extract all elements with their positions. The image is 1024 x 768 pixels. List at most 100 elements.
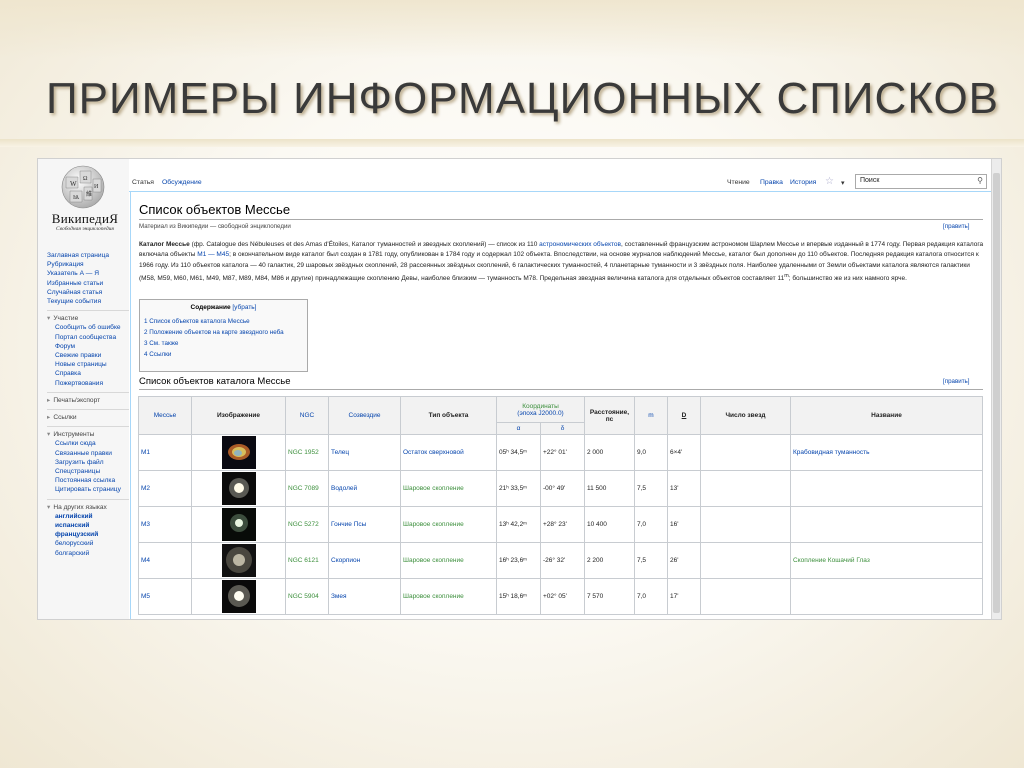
cell-constellation[interactable]: Водолей	[328, 470, 401, 507]
cell-ngc[interactable]: NGC 5272	[285, 506, 329, 543]
nav-donate[interactable]: Пожертвования	[55, 379, 129, 388]
cell-name[interactable]	[790, 578, 983, 615]
toc-item[interactable]: 1 Список объектов каталога Мессье	[144, 318, 250, 325]
wikipedia-globe-icon[interactable]: W Ω И Ѩ 維	[58, 162, 108, 210]
nav-categories[interactable]: Рубрикация	[47, 260, 129, 269]
ngc-link[interactable]: NGC 5904	[288, 593, 319, 600]
more-actions-dropdown[interactable]: ▾	[841, 179, 844, 187]
cell-ngc[interactable]: NGC 7089	[285, 470, 329, 507]
constellation-link[interactable]: Змея	[331, 593, 347, 600]
cell-constellation[interactable]: Змея	[328, 578, 401, 615]
cell-messier[interactable]: M2	[138, 470, 192, 507]
page-scrollbar[interactable]	[991, 159, 1001, 619]
search-box[interactable]: Поиск ⚲	[855, 174, 987, 189]
messier-link[interactable]: M2	[141, 485, 150, 492]
nav-permanent-link[interactable]: Постоянная ссылка	[55, 476, 129, 485]
cell-constellation[interactable]: Скорпион	[328, 542, 401, 579]
cell-ngc[interactable]: NGC 5904	[285, 578, 329, 615]
globular-cluster-thumbnail[interactable]	[221, 544, 256, 577]
cell-name[interactable]	[790, 506, 983, 543]
cell-constellation[interactable]: Гончие Псы	[328, 506, 401, 543]
intro-link-m1-m45[interactable]: М1 — М45	[197, 251, 229, 258]
cell-messier[interactable]: M1	[138, 434, 192, 471]
nav-recent-changes[interactable]: Свежие правки	[55, 351, 129, 360]
epoch-label[interactable]: (эпоха J2000.0)	[517, 410, 563, 417]
nav-section-links[interactable]: ▸ Ссылки	[47, 409, 129, 422]
scrollbar-thumb[interactable]	[993, 173, 1000, 613]
object-type-link[interactable]: Шаровое скопление	[403, 593, 464, 600]
nav-section-languages[interactable]: ▾ На других языках	[47, 498, 129, 512]
constellation-link[interactable]: Телец	[331, 449, 349, 456]
col-header-magnitude[interactable]: m	[634, 396, 668, 435]
tab-edit[interactable]: Правка	[760, 179, 783, 186]
constellation-link[interactable]: Гончие Псы	[331, 521, 366, 528]
object-type-link[interactable]: Шаровое скопление	[403, 485, 464, 492]
ngc-link[interactable]: NGC 5272	[288, 521, 319, 528]
col-header-delta[interactable]: δ	[540, 422, 585, 435]
globular-cluster-thumbnail[interactable]	[221, 508, 256, 541]
nav-what-links-here[interactable]: Ссылки сюда	[55, 439, 129, 448]
search-input[interactable]: Поиск	[860, 177, 879, 184]
col-header-messier[interactable]: Мессье	[138, 396, 192, 435]
toc-item[interactable]: 3 См. также	[144, 340, 178, 347]
toc-item[interactable]: 2 Положение объектов на карте звездного …	[144, 329, 284, 336]
tab-read[interactable]: Чтение	[727, 179, 750, 186]
col-header-size[interactable]: D	[667, 396, 701, 435]
messier-link[interactable]: M5	[141, 593, 150, 600]
coords-label[interactable]: Координаты	[522, 403, 559, 410]
nav-help[interactable]: Справка	[55, 369, 129, 378]
cell-messier[interactable]: M5	[138, 578, 192, 615]
cell-name[interactable]: Скопление Кошачий Глаз	[790, 542, 983, 579]
cell-name[interactable]: Крабовидная туманность	[790, 434, 983, 471]
ngc-link[interactable]: NGC 7089	[288, 485, 319, 492]
cell-messier[interactable]: M4	[138, 542, 192, 579]
watch-star-icon[interactable]: ☆	[825, 176, 834, 187]
cell-type[interactable]: Шаровое скопление	[400, 506, 497, 543]
constellation-link[interactable]: Водолей	[331, 485, 357, 492]
messier-link[interactable]: M1	[141, 449, 150, 456]
lang-french[interactable]: французский	[55, 530, 129, 539]
object-type-link[interactable]: Шаровое скопление	[403, 521, 464, 528]
nav-cite-page[interactable]: Цитировать страницу	[55, 485, 129, 494]
nav-main-page[interactable]: Заглавная страница	[47, 251, 129, 260]
ngc-link[interactable]: NGC 6121	[288, 557, 319, 564]
lang-english[interactable]: английский	[55, 512, 129, 521]
nav-community-portal[interactable]: Портал сообщества	[55, 333, 129, 342]
nav-current-events[interactable]: Текущие события	[47, 297, 129, 306]
object-type-link[interactable]: Остаток сверхновой	[403, 449, 464, 456]
nav-report-error[interactable]: Сообщить об ошибке	[55, 323, 129, 332]
cell-ngc[interactable]: NGC 6121	[285, 542, 329, 579]
search-icon[interactable]: ⚲	[977, 176, 983, 185]
toc-hide-link[interactable]: [убрать]	[232, 304, 256, 311]
edit-section-link[interactable]: [править]	[943, 378, 969, 385]
cell-constellation[interactable]: Телец	[328, 434, 401, 471]
tab-article[interactable]: Статья	[132, 179, 154, 186]
lang-bulgarian[interactable]: болгарский	[55, 549, 129, 558]
ngc-link[interactable]: NGC 1952	[288, 449, 319, 456]
lang-belarusian[interactable]: белорусский	[55, 539, 129, 548]
object-name-link[interactable]: Крабовидная туманность	[793, 449, 869, 456]
constellation-link[interactable]: Скорпион	[331, 557, 360, 564]
edit-intro-link[interactable]: [править]	[943, 223, 969, 230]
messier-link[interactable]: M3	[141, 521, 150, 528]
nav-forum[interactable]: Форум	[55, 342, 129, 351]
col-header-ngc[interactable]: NGC	[285, 396, 329, 435]
nav-upload-file[interactable]: Загрузить файл	[55, 458, 129, 467]
intro-link-astro-objects[interactable]: астрономических объектов	[539, 241, 621, 248]
nav-new-pages[interactable]: Новые страницы	[55, 360, 129, 369]
nav-related-changes[interactable]: Связанные правки	[55, 449, 129, 458]
cell-messier[interactable]: M3	[138, 506, 192, 543]
nav-random[interactable]: Случайная статья	[47, 288, 129, 297]
globular-cluster-thumbnail[interactable]	[221, 472, 256, 505]
cell-type[interactable]: Остаток сверхновой	[400, 434, 497, 471]
globular-cluster-thumbnail[interactable]	[221, 580, 256, 613]
crab-nebula-thumbnail[interactable]	[221, 436, 256, 469]
nav-section-participation[interactable]: ▾ Участие	[47, 310, 129, 323]
cell-type[interactable]: Шаровое скопление	[400, 578, 497, 615]
cell-ngc[interactable]: NGC 1952	[285, 434, 329, 471]
tab-discussion[interactable]: Обсуждение	[162, 179, 202, 186]
object-type-link[interactable]: Шаровое скопление	[403, 557, 464, 564]
nav-section-print[interactable]: ▸ Печать/экспорт	[47, 391, 129, 405]
nav-index[interactable]: Указатель А — Я	[47, 269, 129, 278]
toc-item[interactable]: 4 Ссылки	[144, 351, 171, 358]
